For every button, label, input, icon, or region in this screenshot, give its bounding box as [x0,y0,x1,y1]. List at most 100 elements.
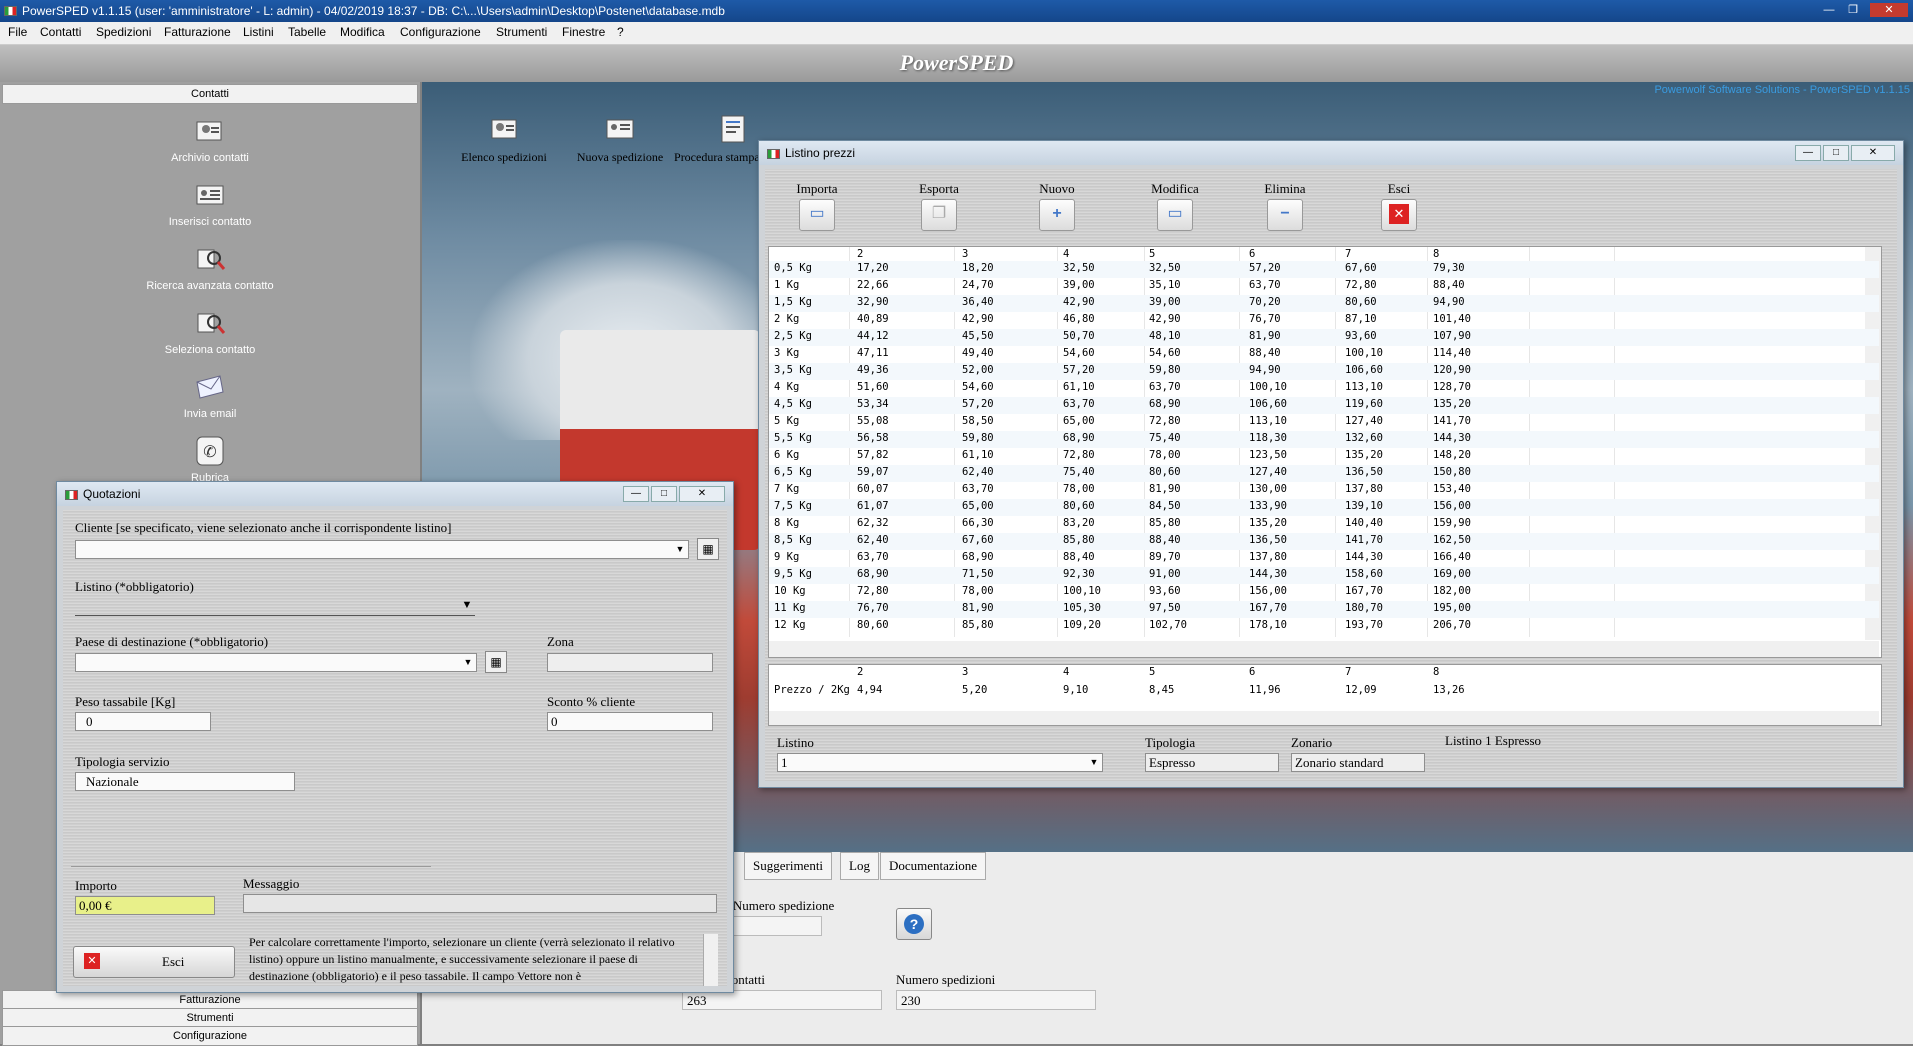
price-cell: 156,00 [1249,585,1287,597]
table-row[interactable]: 3 Kg 47,11 49,40 54,60 54,60 88,40 100,10 114,4… [769,346,1879,363]
sidebar-item-invia-email[interactable]: Invia email [130,372,290,420]
minimize-icon[interactable]: — [1795,145,1821,161]
close-icon[interactable]: ✕ [679,486,725,502]
table-row[interactable]: 8,5 Kg 62,40 67,60 85,80 88,40 136,50 141,70 16… [769,533,1879,550]
sidebar-item-label: Archivio contatti [171,152,249,164]
tipologia-servizio-field[interactable]: Nazionale [75,772,295,791]
menu-listini[interactable]: Listini [243,25,274,39]
table-row[interactable]: 12 Kg 80,60 85,80 109,20 102,70 178,10 193,70 2… [769,618,1879,635]
price-cell: 130,00 [1249,483,1287,495]
table-row[interactable]: 4,5 Kg 53,34 57,20 63,70 68,90 106,60 119,60 13… [769,397,1879,414]
esci-button[interactable]: ✕ Esci [73,946,235,978]
grid2-header-row[interactable]: 2 3 4 5 6 7 8 [769,665,1879,682]
table-row[interactable]: 8 Kg 62,32 66,30 83,20 85,80 135,20 140,40 159,… [769,516,1879,533]
table-row[interactable]: 9 Kg 63,70 68,90 88,40 89,70 137,80 144,30 166,… [769,550,1879,567]
table-row[interactable]: 1 Kg 22,66 24,70 39,00 35,10 63,70 72,80 88,40 [769,278,1879,295]
peso-field[interactable]: 0 [75,712,211,731]
table-row[interactable]: 10 Kg 72,80 78,00 100,10 93,60 156,00 167,70 18… [769,584,1879,601]
menu-finestre[interactable]: Finestre [562,25,605,39]
menu-contatti[interactable]: Contatti [40,25,81,39]
search-contact-icon [197,249,226,270]
price-cell: 66,30 [962,517,994,529]
table-row[interactable]: 0,5 Kg 17,20 18,20 32,50 32,50 57,20 67,60 79,3… [769,261,1879,278]
menu-file[interactable]: File [8,25,27,39]
banner: PowerSPED [0,45,1913,82]
tab-documentazione[interactable]: Documentazione [880,852,987,880]
table-row[interactable]: 3,5 Kg 49,36 52,00 57,20 59,80 94,90 106,60 120… [769,363,1879,380]
close-icon[interactable]: ✕ [1851,145,1895,161]
sidebar-item-inserisci-contatto[interactable]: Inserisci contatto [130,180,290,228]
price-cell: 123,50 [1249,449,1287,461]
sidebar-item-rubrica[interactable]: ✆ Rubrica [130,436,290,484]
menu-modifica[interactable]: Modifica [340,25,385,39]
modifica-button[interactable]: ▭ [1157,199,1193,231]
desktop-nuova-spedizione[interactable]: Nuova spedizione [560,114,680,165]
table-row[interactable]: Prezzo / 2Kg 4,94 5,20 9,10 8,45 11,96 12,09 13… [769,683,1879,700]
elimina-button[interactable]: − [1267,199,1303,231]
menu-configurazione[interactable]: Configurazione [400,25,481,39]
table-row[interactable]: 2,5 Kg 44,12 45,50 50,70 48,10 81,90 93,60 107,… [769,329,1879,346]
tab-suggerimenti[interactable]: Suggerimenti [744,852,833,880]
cliente-select[interactable]: ▼ [75,540,689,559]
table-row[interactable]: 9,5 Kg 68,90 71,50 92,30 91,00 144,30 158,60 16… [769,567,1879,584]
menu-tabelle[interactable]: Tabelle [288,25,326,39]
sidebar-item-ricerca-avanzata[interactable]: Ricerca avanzata contatto [130,244,290,292]
cliente-label: Cliente [se specificato, viene seleziona… [75,520,452,535]
esporta-button[interactable]: ❐ [921,199,957,231]
importa-button[interactable]: ▭ [799,199,835,231]
maximize-icon[interactable]: □ [1823,145,1849,161]
price-per-2kg-grid[interactable]: 2 3 4 5 6 7 8 Prezzo / 2Kg 4,94 5,20 9,10 8,45 11,96… [768,664,1882,726]
price-cell: 6 [1249,248,1256,260]
price-cell: 42,90 [1149,313,1181,325]
price-cell: 61,10 [1063,381,1095,393]
table-row[interactable]: 1,5 Kg 32,90 36,40 42,90 39,00 70,20 80,60 94,9… [769,295,1879,312]
paese-select[interactable]: ▼ [75,653,477,672]
tab-log[interactable]: Log [840,852,879,880]
menu-fatturazione[interactable]: Fatturazione [164,25,231,39]
price-grid[interactable]: 2 3 4 5 6 7 8 0,5 Kg 17,20 18,20 32,50 32,50 57,20 67… [768,246,1882,658]
cliente-lookup-button[interactable]: ▦ [697,538,719,560]
table-row[interactable]: 11 Kg 76,70 81,90 105,30 97,50 167,70 180,70 19… [769,601,1879,618]
minus-icon: − [1280,205,1290,222]
price-cell: 39,00 [1149,296,1181,308]
table-row[interactable]: 5 Kg 55,08 58,50 65,00 72,80 113,10 127,40 141,… [769,414,1879,431]
nuovo-button[interactable]: + [1039,199,1075,231]
table-row[interactable]: 6 Kg 57,82 61,10 72,80 78,00 123,50 135,20 148,… [769,448,1879,465]
grid2-horizontal-scrollbar[interactable] [769,711,1879,725]
minimize-icon[interactable]: — [623,486,649,502]
table-row[interactable]: 2 Kg 40,89 42,90 46,80 42,90 76,70 87,10 101,40 [769,312,1879,329]
esci-button[interactable]: ✕ [1381,199,1417,231]
price-cell: 72,80 [1345,279,1377,291]
listino-select[interactable]: 1 ▼ [777,753,1103,772]
sidebar-item-seleziona-contatto[interactable]: Seleziona contatto [130,308,290,356]
price-cell: 119,60 [1345,398,1383,410]
price-cell: 71,50 [962,568,994,580]
sidebar-section-fatturazione[interactable]: Fatturazione [2,990,418,1010]
menu-strumenti[interactable]: Strumenti [496,25,547,39]
importo-field: 0,00 € [75,896,215,915]
sidebar-section-strumenti[interactable]: Strumenti [2,1008,418,1028]
restore-icon[interactable]: ❐ [1844,3,1862,17]
maximize-icon[interactable]: □ [651,486,677,502]
table-row[interactable]: 6,5 Kg 59,07 62,40 75,40 80,60 127,40 136,50 15… [769,465,1879,482]
table-row[interactable]: 5,5 Kg 56,58 59,80 68,90 75,40 118,30 132,60 14… [769,431,1879,448]
listino-select[interactable]: ▼ [75,597,475,616]
row-header-cell: 1,5 Kg [774,296,812,308]
help-text-scrollbar[interactable] [703,934,718,986]
table-row[interactable]: 7 Kg 60,07 63,70 78,00 81,90 130,00 137,80 153,… [769,482,1879,499]
table-row[interactable]: 7,5 Kg 61,07 65,00 80,60 84,50 133,90 139,10 15… [769,499,1879,516]
menu-help[interactable]: ? [617,25,624,39]
menu-spedizioni[interactable]: Spedizioni [96,25,151,39]
sidebar-item-archivio-contatti[interactable]: Archivio contatti [130,116,290,164]
help-button[interactable]: ? [896,908,932,940]
close-icon[interactable]: ✕ [1870,3,1908,17]
table-row[interactable]: 4 Kg 51,60 54,60 61,10 63,70 100,10 113,10 128,… [769,380,1879,397]
desktop-elenco-spedizioni[interactable]: Elenco spedizioni [444,114,564,165]
sidebar-section-configurazione[interactable]: Configurazione [2,1026,418,1046]
grid-horizontal-scrollbar[interactable] [769,641,1879,657]
paese-lookup-button[interactable]: ▦ [485,651,507,673]
export-icon: ❐ [931,205,947,222]
sconto-field[interactable]: 0 [547,712,713,731]
sidebar-header-contatti[interactable]: Contatti [2,84,418,104]
minimize-icon[interactable]: — [1820,3,1838,17]
